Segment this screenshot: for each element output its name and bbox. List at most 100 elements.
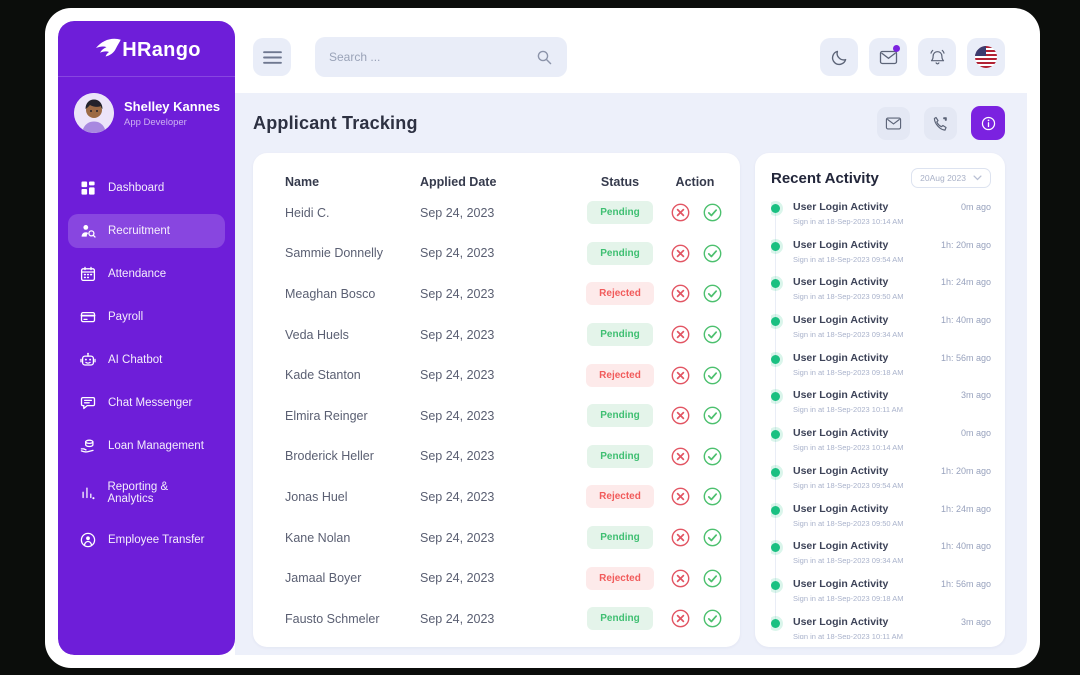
applicant-name: Kade Stanton xyxy=(285,368,420,382)
x-circle-icon xyxy=(670,446,691,467)
activity-dot-icon xyxy=(771,392,780,401)
approve-button[interactable] xyxy=(702,202,723,223)
row-actions xyxy=(670,365,723,386)
info-icon xyxy=(980,115,997,132)
sidebar-item-reporting-analytics[interactable]: Reporting & Analytics xyxy=(68,472,225,514)
activity-item-row: User Login Activity1h: 40m ago xyxy=(793,540,991,552)
activity-item: User Login Activity3m agoSign in at 18-S… xyxy=(793,613,991,639)
x-circle-icon xyxy=(670,324,691,345)
reject-button[interactable] xyxy=(670,446,691,467)
reject-button[interactable] xyxy=(670,486,691,507)
activity-dot-icon xyxy=(771,581,780,590)
language-button[interactable] xyxy=(967,38,1005,76)
menu-button[interactable] xyxy=(253,38,291,76)
reject-button[interactable] xyxy=(670,568,691,589)
contact-phone-button[interactable] xyxy=(924,107,957,140)
notification-dot xyxy=(893,45,900,52)
activity-item-title: User Login Activity xyxy=(793,578,888,590)
notifications-button[interactable] xyxy=(918,38,956,76)
approve-button[interactable] xyxy=(702,324,723,345)
activity-item-row: User Login Activity1h: 24m ago xyxy=(793,503,991,515)
sidebar-item-chat-messenger[interactable]: Chat Messenger xyxy=(68,386,225,420)
table-row: Jonas HuelSep 24, 2023Rejected xyxy=(285,477,720,518)
check-circle-icon xyxy=(702,283,723,304)
activity-item-title: User Login Activity xyxy=(793,352,888,364)
applied-date: Sep 24, 2023 xyxy=(420,328,570,342)
user-name: Shelley Kannes xyxy=(124,99,220,114)
approve-button[interactable] xyxy=(702,405,723,426)
row-actions xyxy=(670,486,723,507)
topbar-actions xyxy=(820,38,1005,76)
app-title: HRango xyxy=(122,39,200,62)
reject-button[interactable] xyxy=(670,202,691,223)
activity-item-time: 1h: 40m ago xyxy=(941,315,991,325)
approve-button[interactable] xyxy=(702,283,723,304)
approve-button[interactable] xyxy=(702,365,723,386)
table-row: Kade StantonSep 24, 2023Rejected xyxy=(285,355,720,396)
activity-item: User Login Activity3m agoSign in at 18-S… xyxy=(793,386,991,424)
applicant-name: Jonas Huel xyxy=(285,490,420,504)
activity-date-filter[interactable]: 20Aug 2023 xyxy=(911,168,991,188)
table-row: Meaghan BoscoSep 24, 2023Rejected xyxy=(285,274,720,315)
approve-button[interactable] xyxy=(702,243,723,264)
sidebar-item-recruitment[interactable]: Recruitment xyxy=(68,214,225,248)
sidebar-item-employee-transfer[interactable]: Employee Transfer xyxy=(68,523,225,557)
info-button[interactable] xyxy=(971,106,1005,140)
check-circle-icon xyxy=(702,202,723,223)
status-badge: Rejected xyxy=(586,567,654,590)
status-badge: Pending xyxy=(587,445,652,468)
sidebar-item-label: Chat Messenger xyxy=(108,397,192,409)
applicant-name: Heidi C. xyxy=(285,206,420,220)
reject-button[interactable] xyxy=(670,243,691,264)
sidebar-item-payroll[interactable]: Payroll xyxy=(68,300,225,334)
activity-item-row: User Login Activity1h: 56m ago xyxy=(793,352,991,364)
activity-item-title: User Login Activity xyxy=(793,201,888,213)
activity-item-subtitle: Sign in at 18-Sep-2023 10:14 AM xyxy=(793,217,991,226)
applicant-name: Elmira Reinger xyxy=(285,409,420,423)
approve-button[interactable] xyxy=(702,568,723,589)
content-area: Applicant Tracking xyxy=(235,21,1027,655)
reject-button[interactable] xyxy=(670,405,691,426)
activity-item-time: 1h: 20m ago xyxy=(941,240,991,250)
approve-button[interactable] xyxy=(702,527,723,548)
approve-button[interactable] xyxy=(702,446,723,467)
reject-button[interactable] xyxy=(670,365,691,386)
reject-button[interactable] xyxy=(670,283,691,304)
applicant-name: Jamaal Boyer xyxy=(285,571,420,585)
sidebar-item-dashboard[interactable]: Dashboard xyxy=(68,171,225,205)
messages-button[interactable] xyxy=(869,38,907,76)
x-circle-icon xyxy=(670,405,691,426)
page-header-actions xyxy=(877,106,1005,140)
employee-transfer-icon xyxy=(80,532,96,548)
sidebar-item-attendance[interactable]: Attendance xyxy=(68,257,225,291)
activity-item-row: User Login Activity1h: 20m ago xyxy=(793,465,991,477)
row-actions xyxy=(670,568,723,589)
table-row: Veda HuelsSep 24, 2023Pending xyxy=(285,314,720,355)
sidebar-item-ai-chatbot[interactable]: AI Chatbot xyxy=(68,343,225,377)
reject-button[interactable] xyxy=(670,608,691,629)
applied-date: Sep 24, 2023 xyxy=(420,409,570,423)
search-input[interactable] xyxy=(329,50,528,64)
applied-date: Sep 24, 2023 xyxy=(420,612,570,626)
reject-button[interactable] xyxy=(670,527,691,548)
check-circle-icon xyxy=(702,365,723,386)
activity-item: User Login Activity0m agoSign in at 18-S… xyxy=(793,424,991,462)
sidebar-item-loan-management[interactable]: Loan Management xyxy=(68,429,225,463)
wing-logo-icon xyxy=(92,37,122,59)
theme-toggle-button[interactable] xyxy=(820,38,858,76)
activity-item: User Login Activity1h: 40m agoSign in at… xyxy=(793,537,991,575)
attendance-icon xyxy=(80,266,96,282)
user-profile[interactable]: Shelley Kannes App Developer xyxy=(58,77,235,149)
activity-item-time: 3m ago xyxy=(961,617,991,627)
avatar xyxy=(74,93,114,133)
column-header-action: Action xyxy=(676,175,715,189)
activity-item: User Login Activity1h: 24m agoSign in at… xyxy=(793,500,991,538)
check-circle-icon xyxy=(702,324,723,345)
approve-button[interactable] xyxy=(702,486,723,507)
approve-button[interactable] xyxy=(702,608,723,629)
activity-item-row: User Login Activity0m ago xyxy=(793,427,991,439)
reject-button[interactable] xyxy=(670,324,691,345)
contact-mail-button[interactable] xyxy=(877,107,910,140)
activity-item-title: User Login Activity xyxy=(793,239,888,251)
activity-item-time: 0m ago xyxy=(961,202,991,212)
